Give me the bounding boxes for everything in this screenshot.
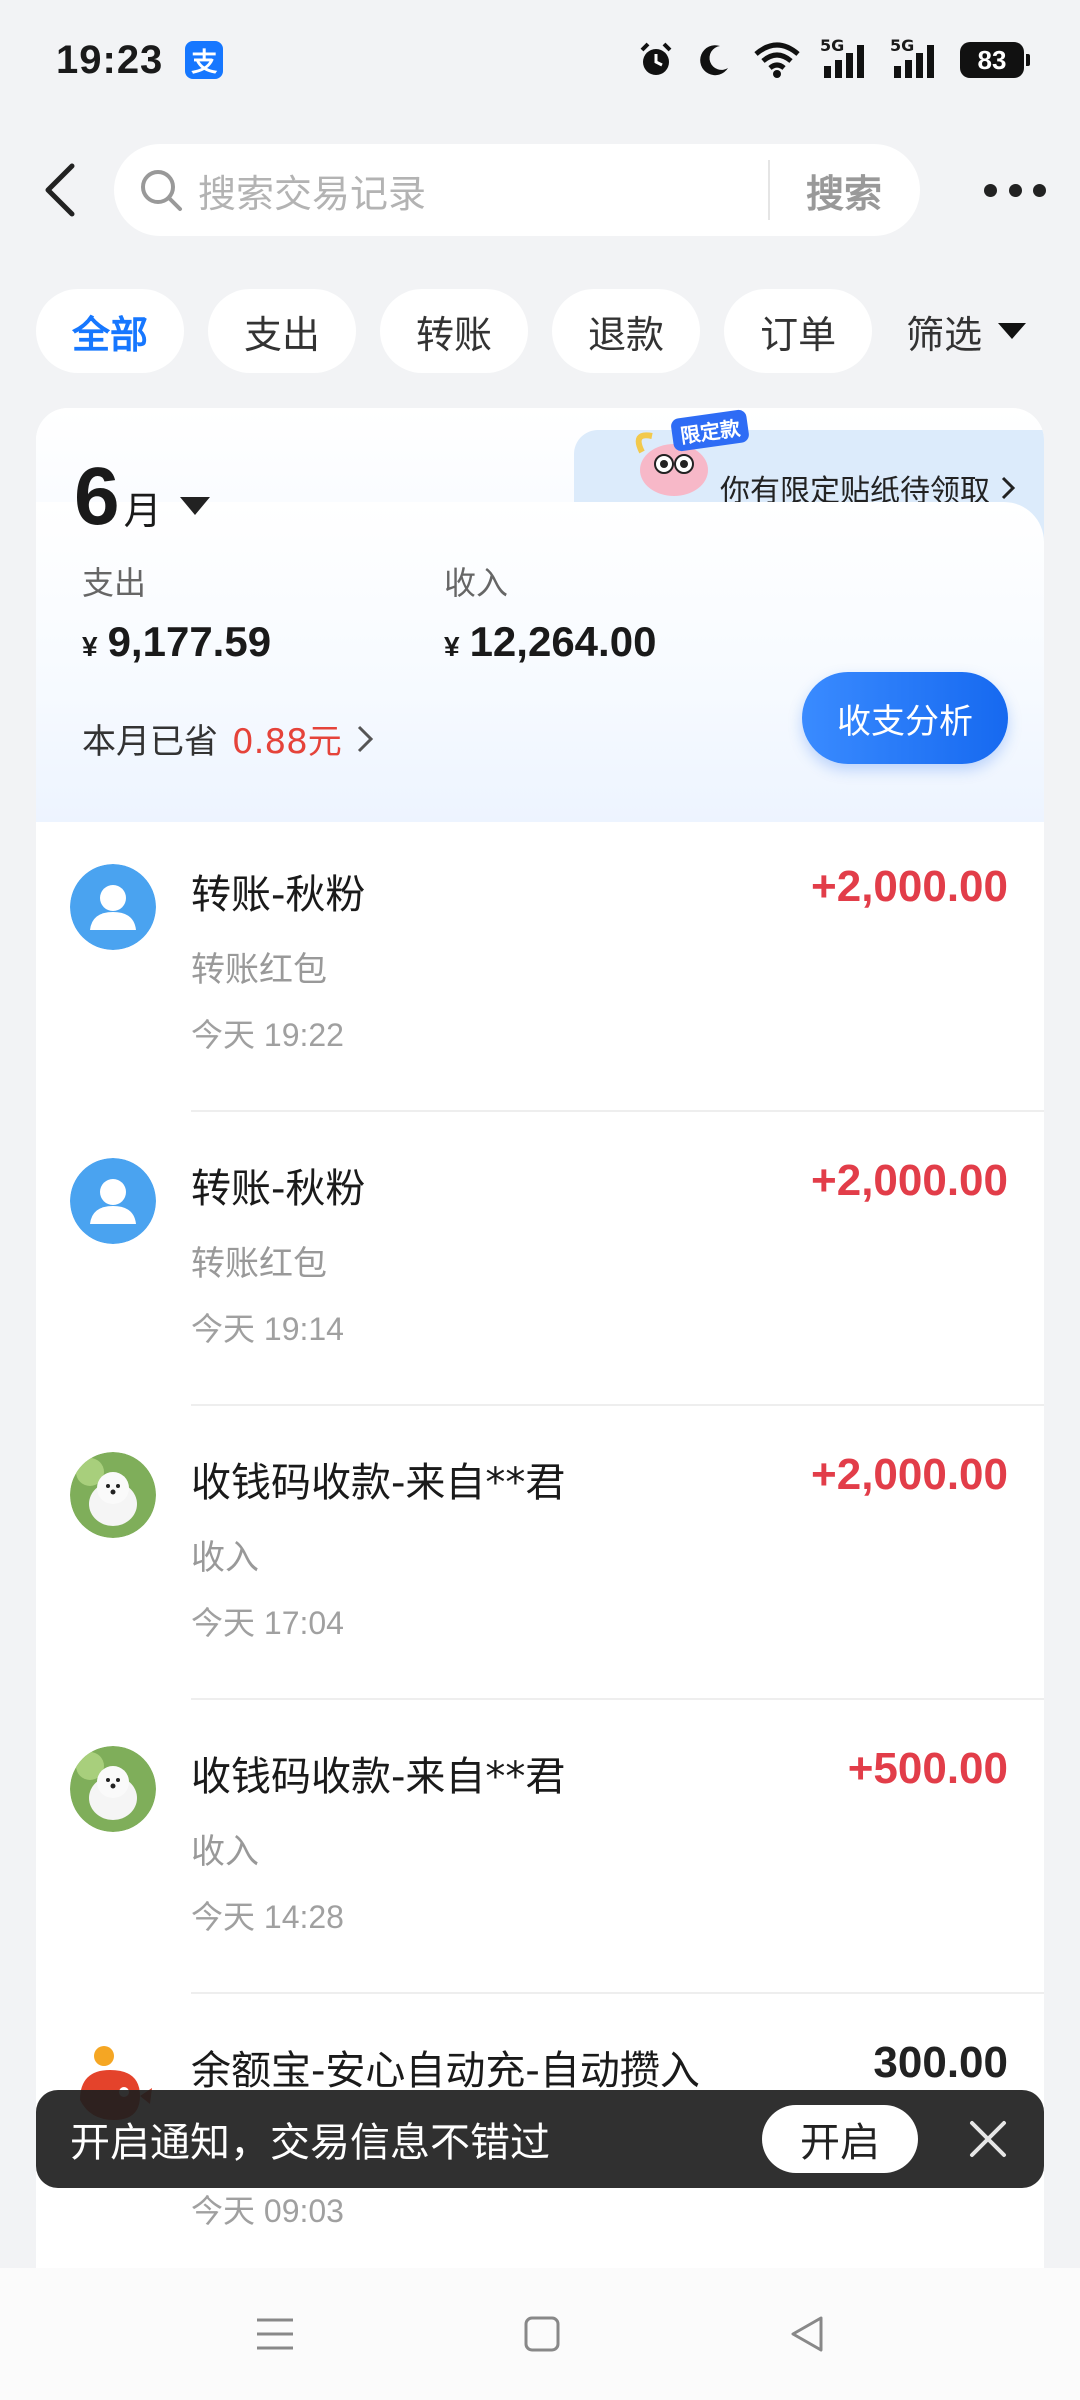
transaction-time: 今天 17:04: [191, 1605, 344, 1641]
chevron-right-icon: [357, 725, 373, 752]
status-time: 19:23: [56, 37, 164, 82]
transaction-category: 收入: [191, 1832, 259, 1872]
month-unit: 月: [123, 489, 162, 533]
month-selector[interactable]: 6 月: [74, 450, 210, 544]
enable-notification-button[interactable]: 开启: [762, 2105, 918, 2173]
dog-photo-avatar: [70, 1452, 156, 1538]
transaction-title: 收钱码收款-来自**君: [191, 1460, 566, 1506]
transaction-title: 转账-秋粉: [191, 1166, 366, 1212]
person-avatar-icon: [70, 1158, 156, 1244]
income-label: 收入: [444, 564, 509, 602]
income-value: ¥ 12,264.00: [444, 618, 656, 666]
battery-indicator: 83: [960, 42, 1030, 78]
status-icons: 5G 5G 83: [636, 36, 1030, 80]
status-bar: 19:23 支 5G 5G 83: [0, 0, 1080, 120]
income-amount: 12,264.00: [469, 618, 657, 665]
alipay-app-icon: 支: [185, 41, 224, 79]
expense-label: 支出: [82, 564, 147, 602]
toast-message: 开启通知，交易信息不错过: [70, 2120, 550, 2166]
filter-tabs: 全部 支出 转账 退款 订单 筛选: [36, 288, 1080, 374]
transactions-card: 你有限定贴纸待领取 限定款 6 月 支出 ¥ 9,177.59 收入 ¥ 12,…: [36, 408, 1044, 2268]
more-dot: [1033, 183, 1046, 197]
month-number: 6: [74, 451, 120, 542]
tab-expense[interactable]: 支出: [208, 289, 357, 373]
transaction-time: 今天 14:28: [191, 1899, 344, 1935]
expense-value: ¥ 9,177.59: [82, 618, 271, 666]
more-dot: [1008, 183, 1022, 197]
transaction-title: 余额宝-安心自动充-自动攒入: [191, 2048, 700, 2094]
transaction-time: 今天 19:14: [191, 1311, 344, 1347]
transaction-category: 转账红包: [191, 950, 327, 990]
transaction-row[interactable]: 收钱码收款-来自**君 收入 今天 17:04 +2,000.00: [36, 1406, 1044, 1700]
search-divider: [767, 160, 770, 220]
back-button[interactable]: [30, 150, 90, 230]
transaction-row[interactable]: 转账-秋粉 转账红包 今天 19:22 +2,000.00: [36, 818, 1044, 1112]
saved-amount: 0.88元: [232, 722, 342, 762]
search-button[interactable]: 搜索: [806, 163, 882, 218]
system-nav-bar: [0, 2268, 1080, 2400]
filter-dropdown[interactable]: 筛选: [896, 289, 1036, 373]
notification-toast: 开启通知，交易信息不错过 开启: [36, 2090, 1044, 2188]
filter-label: 筛选: [906, 312, 983, 357]
signal-icon: 5G: [820, 36, 872, 80]
transaction-time: 今天 19:22: [191, 1017, 344, 1053]
signal-icon-2: 5G: [890, 36, 942, 80]
transaction-category: 转账红包: [191, 1244, 327, 1284]
income-stat: 收入 ¥ 12,264.00: [444, 558, 656, 666]
chevron-right-icon: [1001, 476, 1016, 500]
transaction-title: 转账-秋粉: [191, 872, 366, 918]
chevron-left-icon: [45, 163, 75, 217]
search-icon: [141, 170, 182, 211]
monthly-summary: 你有限定贴纸待领取 限定款 6 月 支出 ¥ 9,177.59 收入 ¥ 12,…: [36, 408, 1044, 822]
signal-label-2: 5G: [890, 36, 915, 55]
transaction-title: 收钱码收款-来自**君: [191, 1754, 566, 1800]
transaction-amount: +2,000.00: [811, 1450, 1008, 1499]
menu-icon[interactable]: [253, 2314, 297, 2354]
caret-down-icon: [179, 497, 210, 515]
more-options-button[interactable]: [980, 160, 1050, 220]
tab-all[interactable]: 全部: [36, 289, 185, 373]
analysis-button[interactable]: 收支分析: [802, 672, 1008, 764]
alarm-icon: [640, 42, 672, 75]
tab-orders[interactable]: 订单: [724, 289, 873, 373]
currency-symbol: ¥: [444, 631, 460, 662]
expense-stat: 支出 ¥ 9,177.59: [82, 558, 271, 666]
home-square-icon[interactable]: [522, 2314, 562, 2354]
signal-label: 5G: [820, 36, 845, 55]
transaction-row[interactable]: 转账-秋粉 转账红包 今天 19:14 +2,000.00: [36, 1112, 1044, 1406]
saved-label: 本月已省: [82, 722, 218, 762]
transaction-category: 收入: [191, 1538, 259, 1578]
moon-icon: [700, 45, 728, 76]
transaction-time: 今天 09:03: [191, 2193, 344, 2229]
expense-amount: 9,177.59: [107, 618, 272, 665]
tab-transfer[interactable]: 转账: [380, 289, 529, 373]
transaction-amount: 300.00: [873, 2038, 1008, 2087]
search-header: 搜索交易记录 搜索: [0, 140, 1080, 240]
currency-symbol: ¥: [82, 631, 98, 662]
transaction-amount: +2,000.00: [811, 1156, 1008, 1205]
caret-down-icon: [998, 323, 1027, 339]
back-triangle-icon[interactable]: [787, 2314, 827, 2354]
transaction-row[interactable]: 收钱码收款-来自**君 收入 今天 14:28 +500.00: [36, 1700, 1044, 1994]
tab-refund[interactable]: 退款: [552, 289, 701, 373]
search-box[interactable]: 搜索交易记录 搜索: [114, 144, 920, 236]
transaction-amount: +500.00: [847, 1744, 1008, 1793]
dog-photo-avatar: [70, 1746, 156, 1832]
close-icon[interactable]: [966, 2117, 1010, 2161]
transaction-amount: +2,000.00: [811, 862, 1008, 911]
saved-this-month[interactable]: 本月已省 0.88元: [82, 714, 374, 763]
wifi-icon: [754, 42, 800, 78]
person-avatar-icon: [70, 864, 156, 950]
more-dot: [984, 183, 997, 197]
search-input[interactable]: 搜索交易记录: [198, 163, 768, 218]
